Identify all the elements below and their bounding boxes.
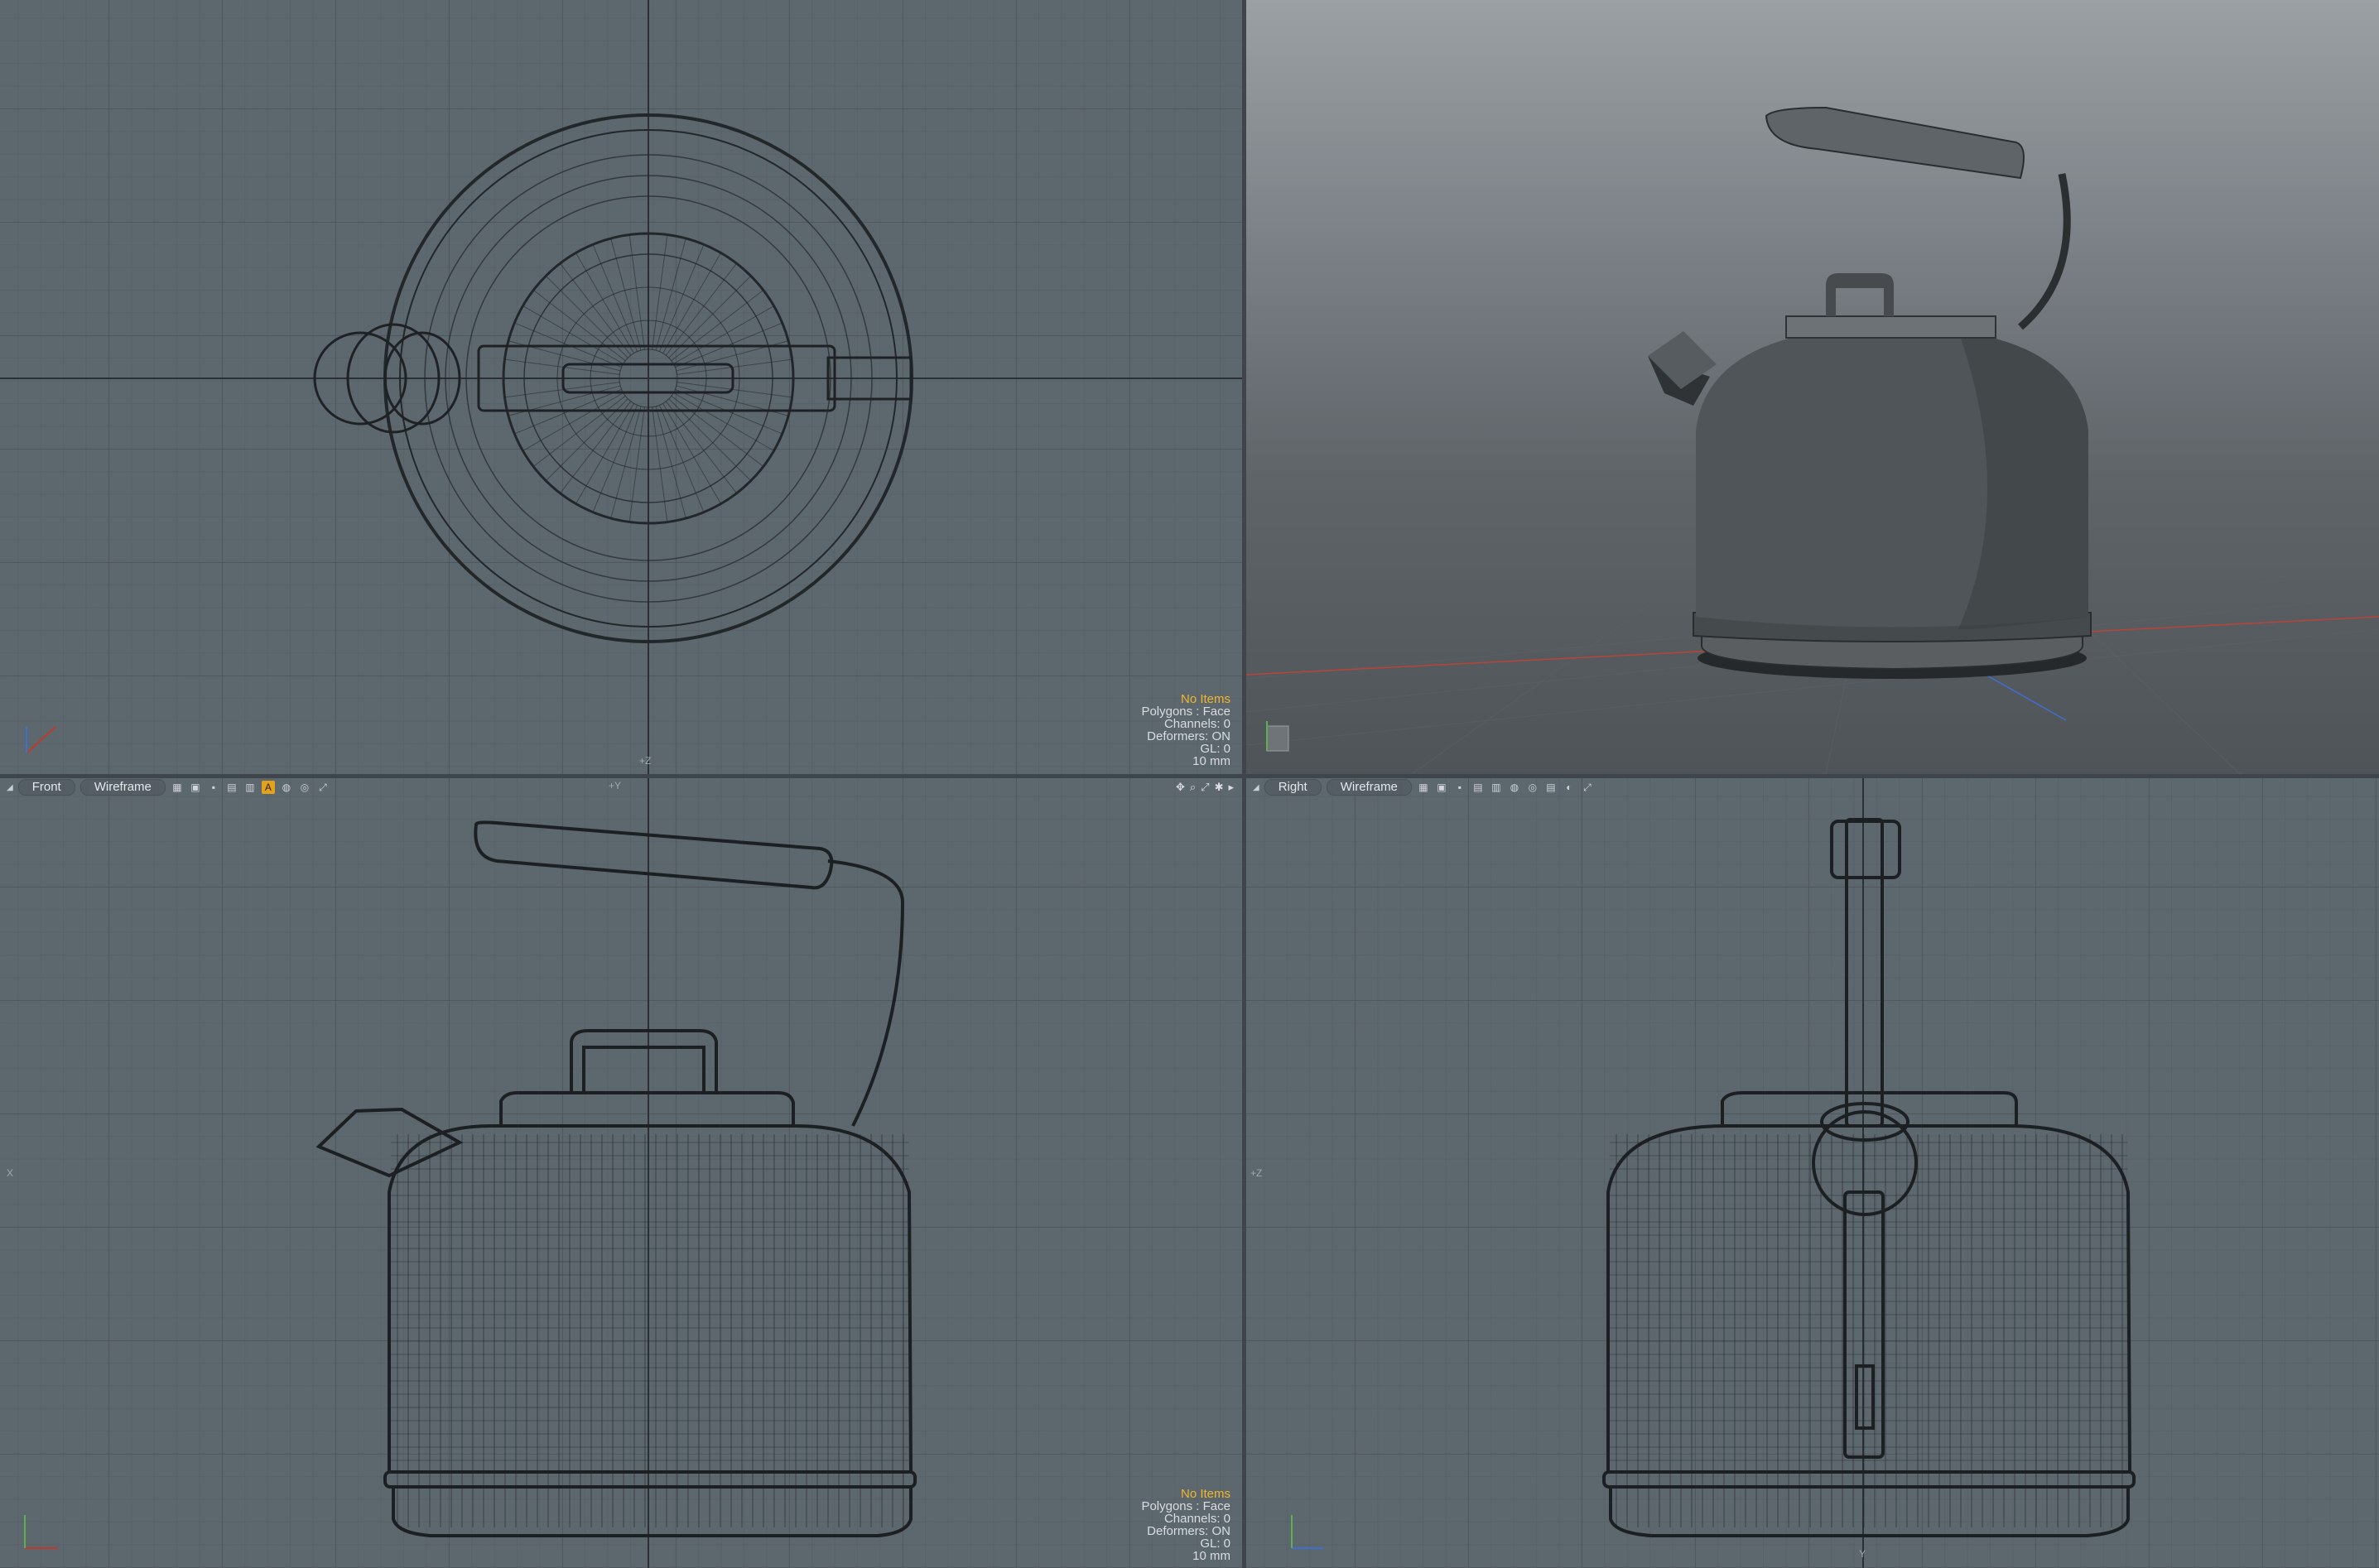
- grid-scale: 10 mm: [1192, 1549, 1230, 1563]
- viewport-info: No Items Polygons : Face Channels: 0 Def…: [1141, 693, 1230, 767]
- axis-label: X: [7, 1167, 14, 1179]
- axis-label: +Z: [1250, 1167, 1263, 1179]
- deformers-status: Deformers: ON: [1147, 1524, 1230, 1538]
- axis-label: +Y: [609, 780, 622, 791]
- gl-status: GL: 0: [1200, 1537, 1230, 1551]
- axis-gizmo-icon: [24, 1515, 58, 1549]
- selection-status: No Items: [1180, 1487, 1230, 1501]
- axis-gizmo-icon: [26, 726, 56, 754]
- channels-count: Channels: 0: [1163, 1512, 1230, 1526]
- viewport-info: No Items Polygons : Face Channels: 0 Def…: [1141, 1488, 1230, 1562]
- perspective-render: [1246, 106, 2379, 774]
- axis-gizmo-icon: [1291, 1515, 1323, 1549]
- front-view-wireframe: [315, 778, 917, 1568]
- gl-status: GL: 0: [1200, 742, 1230, 756]
- axis-gizmo-icon: [1266, 721, 1289, 752]
- top-viewport[interactable]: +Z No Items Polygons : Face Channels: 0 …: [0, 0, 1242, 774]
- axis-label: Y: [1859, 1548, 1866, 1560]
- polygons-mode: Polygons : Face: [1141, 705, 1230, 719]
- channels-count: Channels: 0: [1163, 717, 1230, 731]
- perspective-viewport[interactable]: [1246, 0, 2379, 774]
- viewport-divider-horizontal[interactable]: [0, 774, 2379, 778]
- selection-status: No Items: [1180, 692, 1230, 706]
- axis-label: +Z: [639, 755, 652, 767]
- top-view-wireframe: [0, 0, 1242, 774]
- deformers-status: Deformers: ON: [1147, 729, 1230, 743]
- front-viewport[interactable]: ◢ Front Wireframe ▦ ▣ ▪ ▤ ▥ A ◍ ◎ ⤢ ✥ ⌕ …: [0, 778, 1242, 1568]
- grid-scale: 10 mm: [1192, 754, 1230, 768]
- polygons-mode: Polygons : Face: [1141, 1499, 1230, 1513]
- right-view-wireframe: [1602, 778, 2136, 1568]
- right-viewport[interactable]: ◢ Right Wireframe ▦ ▣ ▪ ▤ ▥ ◍ ◎ ▤ ◐ ⤢ +Z…: [1246, 778, 2379, 1568]
- viewport-divider-vertical[interactable]: [1242, 0, 1246, 1568]
